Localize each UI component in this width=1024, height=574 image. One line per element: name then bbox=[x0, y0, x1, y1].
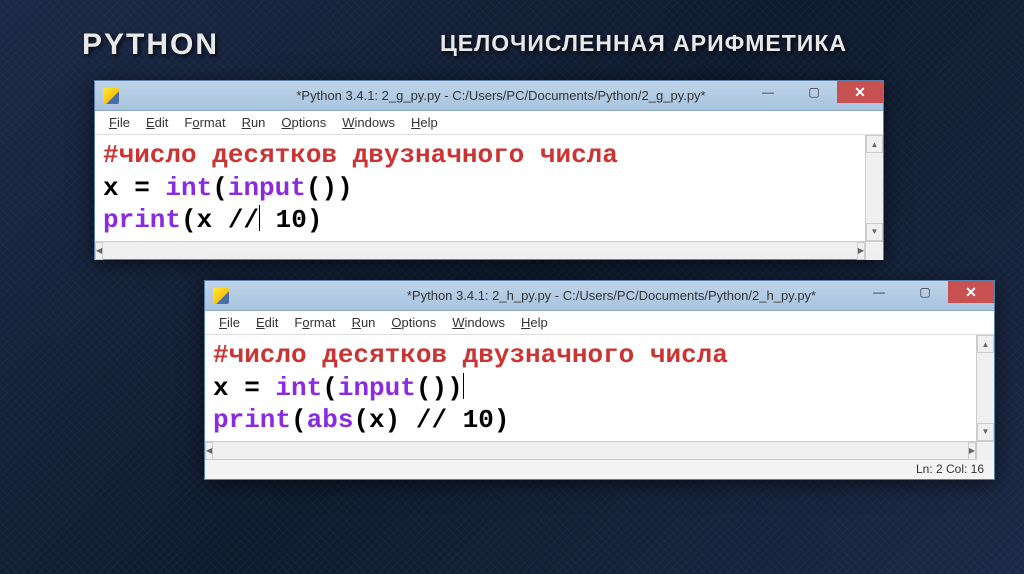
scroll-right-icon[interactable]: ▶ bbox=[968, 442, 976, 460]
python-idle-icon bbox=[213, 288, 229, 304]
code-paren: ( bbox=[212, 173, 228, 203]
menubar: File Edit Format Run Options Windows Hel… bbox=[95, 111, 883, 135]
code-editor: #число десятков двузначного числа x = in… bbox=[95, 135, 883, 241]
menu-format[interactable]: Format bbox=[176, 113, 233, 132]
python-idle-icon bbox=[103, 88, 119, 104]
scroll-track[interactable] bbox=[213, 442, 968, 459]
scrollbar-horizontal[interactable]: ◀ ▶ bbox=[205, 441, 994, 459]
code-area[interactable]: #число десятков двузначного числа x = in… bbox=[95, 135, 865, 241]
titlebar[interactable]: *Python 3.4.1: 2_h_py.py - C:/Users/PC/D… bbox=[205, 281, 994, 311]
scrollbar-horizontal[interactable]: ◀ ▶ bbox=[95, 241, 883, 259]
slide-title-left: PYTHON bbox=[82, 28, 219, 62]
menu-help[interactable]: Help bbox=[403, 113, 446, 132]
scroll-track[interactable] bbox=[866, 153, 883, 223]
menu-file[interactable]: File bbox=[101, 113, 138, 132]
code-builtin-int: int bbox=[165, 173, 212, 203]
scroll-corner bbox=[976, 442, 994, 460]
menu-edit[interactable]: Edit bbox=[138, 113, 176, 132]
scroll-down-icon[interactable]: ▼ bbox=[866, 223, 883, 241]
scroll-up-icon[interactable]: ▲ bbox=[866, 135, 883, 153]
maximize-button[interactable]: ▢ bbox=[791, 81, 837, 103]
window-controls: — ▢ ✕ bbox=[856, 281, 994, 303]
scrollbar-vertical[interactable]: ▲ ▼ bbox=[976, 335, 994, 441]
close-button[interactable]: ✕ bbox=[948, 281, 994, 303]
code-builtin-print: print bbox=[213, 405, 291, 435]
minimize-button[interactable]: — bbox=[856, 281, 902, 303]
code-text: x = bbox=[103, 173, 165, 203]
idle-window-1: *Python 3.4.1: 2_g_py.py - C:/Users/PC/D… bbox=[94, 80, 884, 260]
code-builtin-input: input bbox=[228, 173, 306, 203]
code-paren: ( bbox=[291, 405, 307, 435]
code-paren: ( bbox=[322, 373, 338, 403]
code-builtin-input: input bbox=[338, 373, 416, 403]
code-text: (x // bbox=[181, 205, 259, 235]
scroll-track[interactable] bbox=[977, 353, 994, 423]
menu-run[interactable]: Run bbox=[344, 313, 384, 332]
idle-window-2: *Python 3.4.1: 2_h_py.py - C:/Users/PC/D… bbox=[204, 280, 995, 480]
menu-run[interactable]: Run bbox=[234, 113, 274, 132]
menu-windows[interactable]: Windows bbox=[334, 113, 403, 132]
scroll-left-icon[interactable]: ◀ bbox=[95, 242, 103, 260]
code-comment: #число десятков двузначного числа bbox=[103, 140, 618, 170]
scroll-up-icon[interactable]: ▲ bbox=[977, 335, 994, 353]
close-button[interactable]: ✕ bbox=[837, 81, 883, 103]
code-paren: ()) bbox=[306, 173, 353, 203]
code-builtin-abs: abs bbox=[307, 405, 354, 435]
menu-options[interactable]: Options bbox=[273, 113, 334, 132]
titlebar[interactable]: *Python 3.4.1: 2_g_py.py - C:/Users/PC/D… bbox=[95, 81, 883, 111]
minimize-button[interactable]: — bbox=[745, 81, 791, 103]
maximize-button[interactable]: ▢ bbox=[902, 281, 948, 303]
menu-options[interactable]: Options bbox=[383, 313, 444, 332]
menu-format[interactable]: Format bbox=[286, 313, 343, 332]
menu-help[interactable]: Help bbox=[513, 313, 556, 332]
scroll-down-icon[interactable]: ▼ bbox=[977, 423, 994, 441]
code-text: (x) // 10) bbox=[353, 405, 509, 435]
statusbar: Ln: 2 Col: 16 bbox=[205, 459, 994, 479]
code-builtin-print: print bbox=[103, 205, 181, 235]
code-text: 10) bbox=[260, 205, 322, 235]
code-paren: ()) bbox=[416, 373, 463, 403]
code-comment: #число десятков двузначного числа bbox=[213, 340, 728, 370]
scrollbar-vertical[interactable]: ▲ ▼ bbox=[865, 135, 883, 241]
menu-file[interactable]: File bbox=[211, 313, 248, 332]
window-controls: — ▢ ✕ bbox=[745, 81, 883, 103]
scroll-left-icon[interactable]: ◀ bbox=[205, 442, 213, 460]
code-editor: #число десятков двузначного числа x = in… bbox=[205, 335, 994, 441]
code-text: x = bbox=[213, 373, 275, 403]
code-builtin-int: int bbox=[275, 373, 322, 403]
scroll-right-icon[interactable]: ▶ bbox=[857, 242, 865, 260]
cursor-position: Ln: 2 Col: 16 bbox=[916, 462, 984, 476]
scroll-corner bbox=[865, 242, 883, 260]
text-cursor bbox=[463, 373, 464, 399]
menu-edit[interactable]: Edit bbox=[248, 313, 286, 332]
scroll-track[interactable] bbox=[103, 242, 857, 259]
slide-title-right: ЦЕЛОЧИСЛЕННАЯ АРИФМЕТИКА bbox=[440, 30, 847, 57]
code-area[interactable]: #число десятков двузначного числа x = in… bbox=[205, 335, 976, 441]
menu-windows[interactable]: Windows bbox=[444, 313, 513, 332]
menubar: File Edit Format Run Options Windows Hel… bbox=[205, 311, 994, 335]
